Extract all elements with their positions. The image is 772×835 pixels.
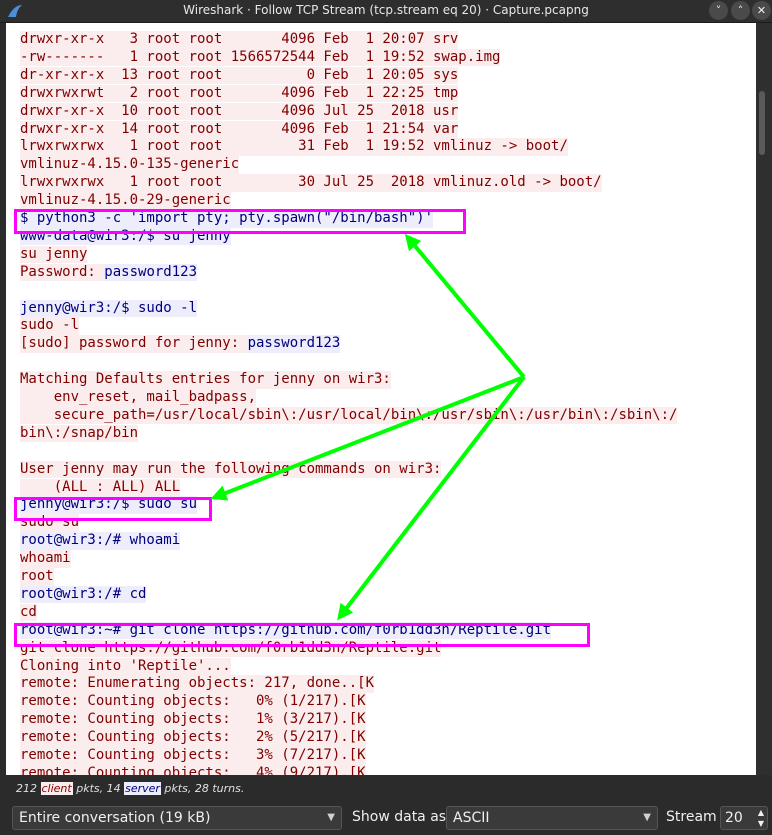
turns-text: pkts, 28 turns. <box>160 782 245 795</box>
stream-line: jenny@wir3:/$ sudo -l <box>20 299 198 317</box>
client-text: remote: Counting objects: 3% (7/217).[K <box>20 747 366 765</box>
stream-line: drwxr-xr-x 3 root root 4096 Feb 1 20:07 … <box>20 31 459 49</box>
pkts-separator: pkts, <box>72 782 107 795</box>
stream-line: drwxrwxrwt 2 root root 4096 Feb 1 22:25 … <box>20 84 459 103</box>
conversation-select-value: Entire conversation (19 kB) <box>19 810 211 826</box>
show-data-label: Show data as <box>352 809 447 825</box>
stream-line: (ALL : ALL) ALL <box>20 478 181 496</box>
highlight-box-git-clone <box>14 623 590 647</box>
client-pkt-count: 212 <box>16 782 37 795</box>
stream-line: vmlinuz-4.15.0-135-generic <box>20 156 240 174</box>
client-text: whoami <box>20 550 71 568</box>
stream-line: drwxr-xr-x 10 root root 4096 Jul 25 2018… <box>20 102 459 121</box>
server-pkt-count: 14 <box>106 782 121 795</box>
client-text: vmlinuz-4.15.0-135-generic <box>20 156 240 174</box>
client-text: remote: Counting objects: 0% (1/217).[K <box>20 693 366 711</box>
client-text: drwxrwxrwt 2 root root 4096 Feb 1 22:25 … <box>20 84 459 103</box>
client-text: (ALL : ALL) ALL <box>20 478 181 496</box>
client-text: vmlinuz-4.15.0-29-generic <box>20 192 231 210</box>
highlight-box-python-pty <box>14 209 466 234</box>
server-text: root@wir3:/# whoami <box>20 532 181 550</box>
stream-line: Cloning into 'Reptile'... <box>20 657 231 675</box>
client-text: [sudo] password for jenny: <box>20 335 248 353</box>
client-text: lrwxrwxrwx 1 root root 31 Feb 1 19:52 vm… <box>20 138 568 156</box>
client-text: remote: Enumerating objects: 217, done..… <box>20 675 375 693</box>
stream-line: bin\:/snap/bin <box>20 424 139 443</box>
server-text: root@wir3:/# cd <box>20 585 147 604</box>
stream-line: drwxr-xr-x 14 root root 4096 Feb 1 21:54… <box>20 120 459 138</box>
tcp-stream-text-area[interactable]: drwxr-xr-x 3 root root 4096 Feb 1 20:07 … <box>6 23 756 775</box>
client-text: drwxr-xr-x 14 root root 4096 Feb 1 21:54… <box>20 120 459 138</box>
client-text: bin\:/snap/bin <box>20 424 139 443</box>
client-text: dr-xr-xr-x 13 root root 0 Feb 1 20:05 sy… <box>20 66 459 85</box>
close-button[interactable]: ✕ <box>752 1 771 20</box>
server-text: password123 <box>104 263 198 282</box>
spin-arrows-icon[interactable]: ▲ ▼ <box>758 807 764 829</box>
highlight-box-sudo-su <box>14 497 212 521</box>
stream-line: sudo -l <box>20 317 80 335</box>
stream-line: whoami <box>20 550 71 568</box>
minimize-button[interactable]: ˅ <box>709 1 728 20</box>
stream-line: User jenny may run the following command… <box>20 460 442 479</box>
conversation-select[interactable]: Entire conversation (19 kB) ▼ <box>12 806 342 830</box>
stream-line: vmlinuz-4.15.0-29-generic <box>20 192 231 210</box>
client-text: remote: Counting objects: 2% (5/217).[K <box>20 729 366 747</box>
client-text: cd <box>20 603 37 622</box>
show-data-as-value: ASCII <box>453 810 490 826</box>
stream-line: Matching Defaults entries for jenny on w… <box>20 371 391 389</box>
client-text: su jenny <box>20 245 88 264</box>
client-text: drwxr-xr-x 10 root root 4096 Jul 25 2018… <box>20 102 459 121</box>
server-text: jenny@wir3:/$ sudo -l <box>20 299 198 317</box>
stream-label: Stream <box>666 809 717 825</box>
client-text: Cloning into 'Reptile'... <box>20 657 231 675</box>
stream-line: root@wir3:/# cd <box>20 585 147 604</box>
client-text: secure_path=/usr/local/sbin\:/usr/local/… <box>20 406 678 425</box>
stream-line: lrwxrwxrwx 1 root root 31 Feb 1 19:52 vm… <box>20 138 568 156</box>
stream-line: remote: Counting objects: 2% (5/217).[K <box>20 729 366 747</box>
stream-line: remote: Counting objects: 4% (9/217).[K <box>20 764 366 775</box>
stream-line: lrwxrwxrwx 1 root root 30 Jul 25 2018 vm… <box>20 174 602 192</box>
scrollbar-thumb[interactable] <box>759 91 765 155</box>
window-titlebar: Wireshark · Follow TCP Stream (tcp.strea… <box>0 0 772 23</box>
stream-line: su jenny <box>20 245 88 264</box>
client-text: remote: Counting objects: 4% (9/217).[K <box>20 764 366 775</box>
stream-line: root <box>20 568 54 586</box>
window-title: Wireshark · Follow TCP Stream (tcp.strea… <box>183 3 589 17</box>
client-text: Matching Defaults entries for jenny on w… <box>20 371 391 389</box>
client-text: remote: Counting objects: 1% (3/217).[K <box>20 711 366 729</box>
stream-line: root@wir3:/# whoami <box>20 532 181 550</box>
stream-line: [sudo] password for jenny: password123 <box>20 335 341 353</box>
server-text: password123 <box>247 335 341 353</box>
stream-number-spinbox[interactable]: 20 ▲ ▼ <box>720 806 768 830</box>
stream-number-value: 20 <box>725 810 743 826</box>
stream-line: remote: Enumerating objects: 217, done..… <box>20 675 375 693</box>
stream-line: env_reset, mail_badpass, <box>20 389 257 407</box>
client-text: drwxr-xr-x 3 root root 4096 Feb 1 20:07 … <box>20 31 459 49</box>
stream-line: cd <box>20 603 37 622</box>
stream-stats: 212 client pkts, 14 server pkts, 28 turn… <box>16 782 244 795</box>
client-text: User jenny may run the following command… <box>20 460 442 479</box>
chevron-down-icon: ▼ <box>643 812 651 823</box>
show-data-as-select[interactable]: ASCII ▼ <box>446 806 658 830</box>
maximize-button[interactable]: ˄ <box>731 1 750 20</box>
stream-line: secure_path=/usr/local/sbin\:/usr/local/… <box>20 406 678 425</box>
chevron-down-icon: ▼ <box>327 812 335 823</box>
stream-line: remote: Counting objects: 1% (3/217).[K <box>20 711 366 729</box>
client-text: root <box>20 568 54 586</box>
client-text: lrwxrwxrwx 1 root root 30 Jul 25 2018 vm… <box>20 174 602 192</box>
stream-line: -rw------- 1 root root 1566572544 Feb 1 … <box>20 48 501 67</box>
stream-scrollbar[interactable] <box>756 23 772 775</box>
client-text: Password: <box>20 263 105 282</box>
stream-line: remote: Counting objects: 3% (7/217).[K <box>20 747 366 765</box>
client-label: client <box>40 782 73 795</box>
client-text: env_reset, mail_badpass, <box>20 389 257 407</box>
client-text: -rw------- 1 root root 1566572544 Feb 1 … <box>20 48 501 67</box>
stream-line: remote: Counting objects: 0% (1/217).[K <box>20 693 366 711</box>
server-label: server <box>124 782 161 795</box>
stream-line: Password: password123 <box>20 263 198 282</box>
client-text: sudo -l <box>20 317 80 335</box>
stream-line: dr-xr-xr-x 13 root root 0 Feb 1 20:05 sy… <box>20 66 459 85</box>
